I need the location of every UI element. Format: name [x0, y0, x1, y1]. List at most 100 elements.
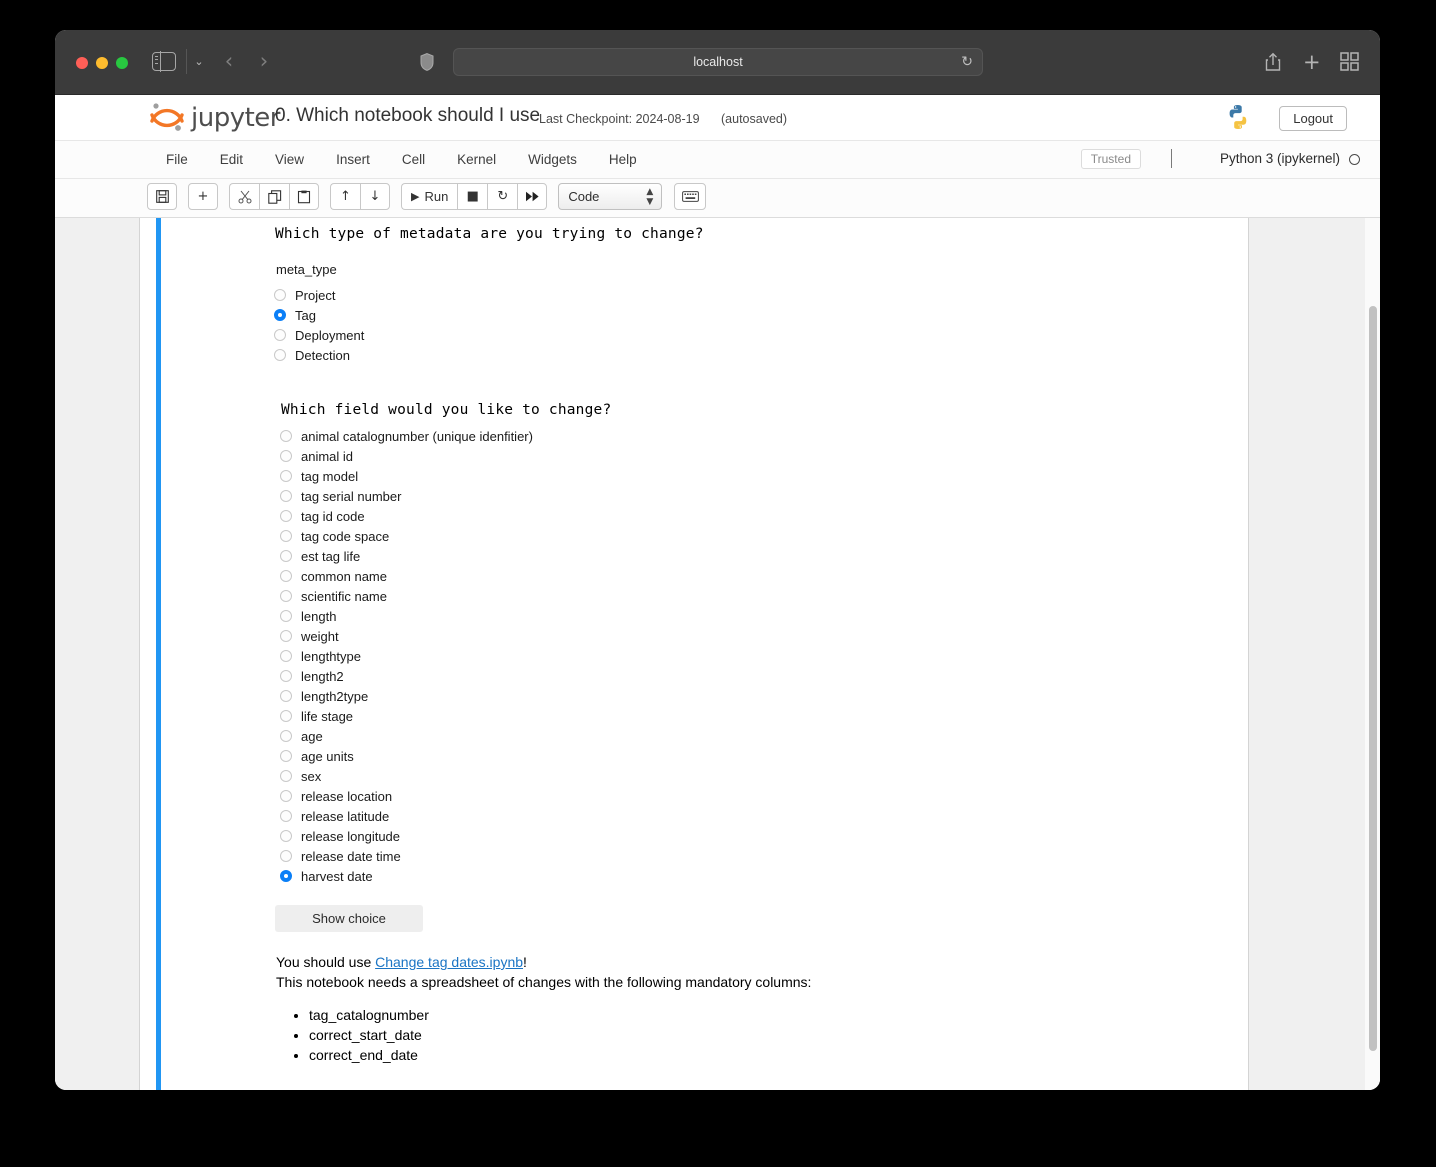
field-option-1[interactable]: animal id	[280, 446, 533, 466]
field-option-21[interactable]: release date time	[280, 846, 533, 866]
interrupt-kernel-button[interactable]: ■	[457, 183, 488, 210]
radio-button-icon[interactable]	[280, 430, 292, 442]
field-option-7[interactable]: common name	[280, 566, 533, 586]
kernel-name-label[interactable]: Python 3 (ipykernel)	[1220, 151, 1340, 166]
field-option-22[interactable]: harvest date	[280, 866, 533, 886]
paste-cell-button[interactable]	[289, 183, 319, 210]
field-option-2[interactable]: tag model	[280, 466, 533, 486]
logout-button[interactable]: Logout	[1279, 106, 1347, 131]
menu-insert[interactable]: Insert	[320, 141, 386, 178]
back-button[interactable]: ‹	[218, 51, 240, 73]
radio-button-icon[interactable]	[280, 650, 292, 662]
radio-button-icon[interactable]	[280, 870, 292, 882]
radio-button-icon[interactable]	[280, 530, 292, 542]
field-option-9[interactable]: length	[280, 606, 533, 626]
save-button[interactable]	[147, 183, 177, 210]
restart-and-run-all-button[interactable]	[517, 183, 548, 210]
toolbar-divider	[186, 49, 187, 74]
radio-button-icon[interactable]	[280, 850, 292, 862]
meta-type-option-3[interactable]: Detection	[274, 345, 364, 365]
field-option-15[interactable]: age	[280, 726, 533, 746]
copy-cell-button[interactable]	[259, 183, 289, 210]
notebook-scroll-area[interactable]: Which type of metadata are you trying to…	[55, 218, 1380, 1090]
field-option-5[interactable]: tag code space	[280, 526, 533, 546]
field-option-4[interactable]: tag id code	[280, 506, 533, 526]
radio-button-icon[interactable]	[280, 750, 292, 762]
radio-button-icon[interactable]	[280, 730, 292, 742]
meta-type-option-1[interactable]: Tag	[274, 305, 364, 325]
meta-type-option-2[interactable]: Deployment	[274, 325, 364, 345]
radio-button-icon[interactable]	[274, 349, 286, 361]
radio-button-icon[interactable]	[274, 289, 286, 301]
field-option-12[interactable]: length2	[280, 666, 533, 686]
radio-button-icon[interactable]	[280, 790, 292, 802]
menu-help[interactable]: Help	[593, 141, 653, 178]
menu-edit[interactable]: Edit	[204, 141, 259, 178]
field-option-8[interactable]: scientific name	[280, 586, 533, 606]
tab-overview-icon[interactable]	[1340, 52, 1359, 71]
field-option-3[interactable]: tag serial number	[280, 486, 533, 506]
new-tab-icon[interactable]: +	[1303, 52, 1321, 73]
meta-type-radio-group[interactable]: Project Tag Deployment Detection	[274, 285, 364, 365]
move-cell-down-button[interactable]: ↓	[360, 183, 390, 210]
jupyter-logo[interactable]: jupyter	[147, 101, 280, 133]
address-bar[interactable]: localhost ↻	[453, 48, 983, 76]
meta-type-option-label: Project	[295, 287, 336, 303]
menu-view[interactable]: View	[259, 141, 320, 178]
field-option-10[interactable]: weight	[280, 626, 533, 646]
field-option-16[interactable]: age units	[280, 746, 533, 766]
radio-button-icon[interactable]	[280, 550, 292, 562]
meta-type-option-0[interactable]: Project	[274, 285, 364, 305]
forward-button[interactable]: ›	[253, 51, 275, 73]
field-option-19[interactable]: release latitude	[280, 806, 533, 826]
restart-kernel-button[interactable]: ↻	[487, 183, 518, 210]
radio-button-icon[interactable]	[280, 830, 292, 842]
notebook-link[interactable]: Change tag dates.ipynb	[375, 954, 523, 970]
field-option-17[interactable]: sex	[280, 766, 533, 786]
radio-button-icon[interactable]	[280, 570, 292, 582]
menu-kernel[interactable]: Kernel	[441, 141, 512, 178]
radio-button-icon[interactable]	[280, 510, 292, 522]
radio-button-icon[interactable]	[280, 610, 292, 622]
field-option-20[interactable]: release longitude	[280, 826, 533, 846]
window-maximize-button[interactable]	[116, 57, 128, 69]
share-icon[interactable]	[1264, 52, 1282, 72]
field-option-13[interactable]: length2type	[280, 686, 533, 706]
radio-button-icon[interactable]	[280, 470, 292, 482]
radio-button-icon[interactable]	[280, 630, 292, 642]
radio-button-icon[interactable]	[280, 450, 292, 462]
radio-button-icon[interactable]	[280, 710, 292, 722]
radio-button-icon[interactable]	[280, 490, 292, 502]
insert-cell-below-button[interactable]: +	[188, 183, 218, 210]
field-radio-group[interactable]: animal catalognumber (unique idenfitier)…	[280, 426, 533, 886]
menu-cell[interactable]: Cell	[386, 141, 441, 178]
run-button[interactable]: ▶ Run	[401, 183, 458, 210]
field-option-14[interactable]: life stage	[280, 706, 533, 726]
show-choice-button[interactable]: Show choice	[275, 905, 423, 932]
radio-button-icon[interactable]	[280, 690, 292, 702]
menu-widgets[interactable]: Widgets	[512, 141, 593, 178]
field-option-11[interactable]: lengthtype	[280, 646, 533, 666]
page-scrollbar-track[interactable]	[1365, 218, 1380, 1090]
reload-icon[interactable]: ↻	[961, 54, 973, 71]
cell-type-select[interactable]: Code ▲ ▼	[558, 183, 663, 210]
window-minimize-button[interactable]	[96, 57, 108, 69]
radio-button-icon[interactable]	[280, 590, 292, 602]
radio-button-icon[interactable]	[274, 329, 286, 341]
sidebar-toggle-icon[interactable]	[152, 51, 176, 72]
menu-file[interactable]: File	[150, 141, 204, 178]
radio-button-icon[interactable]	[274, 309, 286, 321]
radio-button-icon[interactable]	[280, 670, 292, 682]
field-option-0[interactable]: animal catalognumber (unique idenfitier)	[280, 426, 533, 446]
radio-button-icon[interactable]	[280, 810, 292, 822]
notebook-title[interactable]: 0. Which notebook should I use	[275, 105, 540, 127]
radio-button-icon[interactable]	[280, 770, 292, 782]
cut-cell-button[interactable]	[229, 183, 259, 210]
chevron-down-icon[interactable]: ⌄	[191, 54, 207, 70]
page-scrollbar-thumb[interactable]	[1369, 306, 1377, 1051]
field-option-18[interactable]: release location	[280, 786, 533, 806]
move-cell-up-button[interactable]: ↑	[330, 183, 360, 210]
window-close-button[interactable]	[76, 57, 88, 69]
command-palette-button[interactable]	[674, 183, 707, 210]
field-option-6[interactable]: est tag life	[280, 546, 533, 566]
